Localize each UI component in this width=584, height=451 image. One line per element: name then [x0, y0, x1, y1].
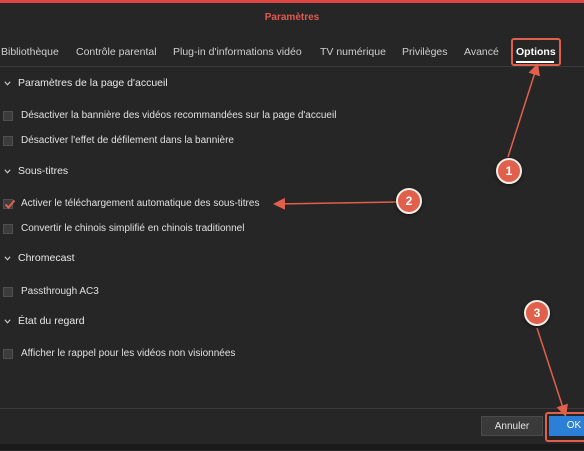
arrow-to-subtitle-option — [273, 197, 397, 210]
arrow-to-options-tab — [507, 63, 540, 158]
step-badge-1: 1 — [496, 158, 522, 184]
step-badge-2: 2 — [396, 188, 422, 214]
annotation-arrows — [273, 63, 568, 417]
step-badge-3: 3 — [524, 300, 550, 326]
arrow-to-ok-button — [536, 327, 568, 417]
